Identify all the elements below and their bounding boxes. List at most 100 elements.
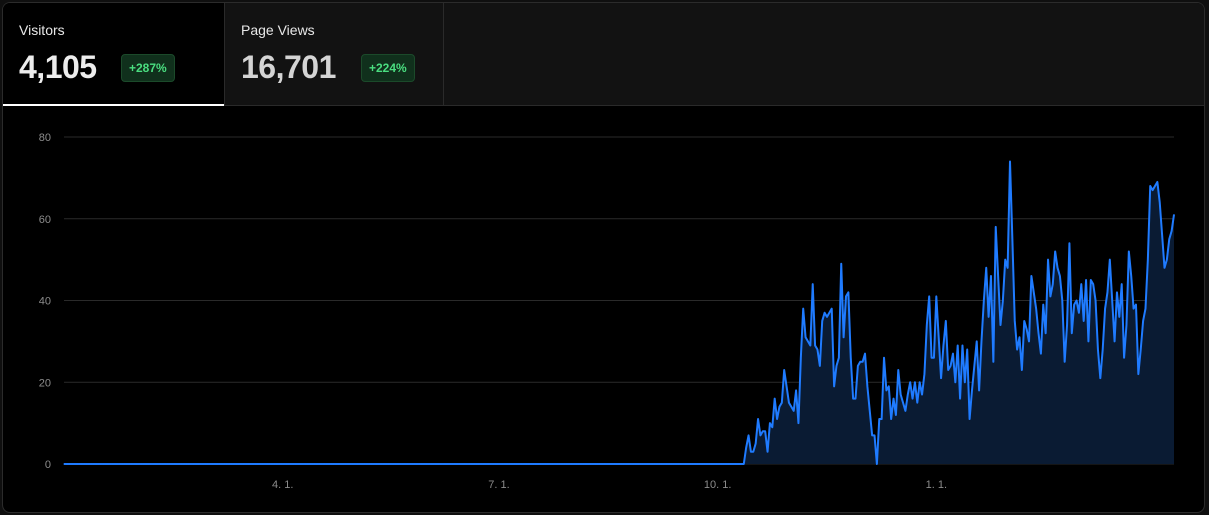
data-point (403, 463, 405, 465)
data-point (436, 463, 438, 465)
data-point (826, 316, 828, 318)
data-point (484, 463, 486, 465)
tab-visitors[interactable]: Visitors 4,105 +287% (3, 3, 224, 106)
data-point (745, 447, 747, 449)
data-point (976, 340, 978, 342)
data-point (942, 344, 945, 347)
data-point (170, 463, 172, 465)
data-point (201, 463, 203, 465)
data-point (978, 389, 980, 392)
data-point (999, 324, 1002, 326)
data-point (541, 463, 543, 465)
data-point (481, 463, 483, 465)
data-point (550, 463, 552, 465)
data-point (679, 463, 681, 465)
data-point (997, 275, 999, 277)
tab-page-views[interactable]: Page Views 16,701 +224% (225, 3, 443, 105)
data-point (1128, 250, 1130, 253)
data-point (821, 320, 823, 322)
data-point (935, 295, 937, 298)
data-point (738, 463, 740, 465)
data-point (769, 422, 771, 424)
data-point (698, 463, 700, 465)
data-point (709, 463, 712, 465)
data-point (339, 463, 341, 465)
data-point (947, 369, 949, 371)
data-point (921, 393, 923, 396)
data-point (251, 463, 253, 465)
data-point (983, 299, 985, 302)
data-point (381, 463, 384, 465)
data-point (669, 463, 671, 465)
data-point (151, 463, 153, 465)
data-point (120, 463, 122, 465)
data-point (843, 336, 845, 338)
data-point (930, 357, 933, 359)
data-point (517, 463, 519, 465)
data-point (1159, 201, 1161, 203)
data-point (522, 463, 524, 465)
data-point (301, 463, 303, 465)
data-point (75, 463, 77, 465)
data-point (852, 398, 854, 400)
data-point (648, 463, 650, 465)
data-point (534, 463, 536, 465)
data-point (296, 463, 298, 465)
data-point (175, 463, 177, 465)
data-point (553, 463, 555, 465)
data-point (80, 463, 82, 465)
data-point (814, 344, 816, 347)
data-point (272, 463, 274, 465)
data-point (902, 402, 904, 404)
data-point (783, 369, 785, 371)
data-point (343, 463, 346, 465)
data-point (493, 463, 495, 465)
data-point (857, 365, 859, 367)
data-point (172, 463, 174, 465)
data-point (538, 463, 540, 465)
data-point (980, 340, 983, 342)
data-point (398, 463, 400, 465)
data-point (365, 463, 367, 465)
y-tick-label: 60 (39, 214, 51, 226)
data-point (341, 463, 343, 465)
data-point (1061, 299, 1063, 302)
data-point (374, 463, 376, 465)
data-point (334, 463, 336, 465)
data-point (807, 340, 809, 342)
y-tick-label: 0 (45, 459, 51, 471)
data-point (759, 434, 762, 436)
data-point (1014, 320, 1016, 322)
data-point (878, 418, 880, 420)
data-point (208, 463, 210, 465)
data-point (476, 463, 479, 465)
data-point (372, 463, 374, 465)
data-point (405, 463, 407, 465)
data-point (255, 463, 258, 465)
data-point (227, 463, 229, 465)
data-point (498, 463, 500, 465)
tab-divider (443, 3, 444, 105)
data-point (379, 463, 381, 465)
data-point (583, 463, 586, 465)
data-point (581, 463, 583, 465)
data-point (277, 463, 279, 465)
data-point (771, 426, 773, 428)
metric-tabs: Visitors 4,105 +287% Page Views 16,701 +… (3, 3, 1204, 106)
data-point (835, 365, 838, 367)
data-point (605, 463, 607, 465)
data-point (664, 463, 666, 465)
data-point (909, 381, 911, 383)
data-point (1073, 303, 1075, 306)
data-point (412, 463, 415, 465)
data-point (600, 463, 602, 465)
data-point (263, 463, 265, 465)
data-point (206, 463, 208, 465)
data-point (274, 463, 277, 465)
data-point (736, 463, 738, 465)
data-point (291, 463, 293, 465)
data-point (633, 463, 636, 465)
data-point (1021, 369, 1023, 371)
data-point (866, 385, 868, 387)
data-point (84, 463, 86, 465)
